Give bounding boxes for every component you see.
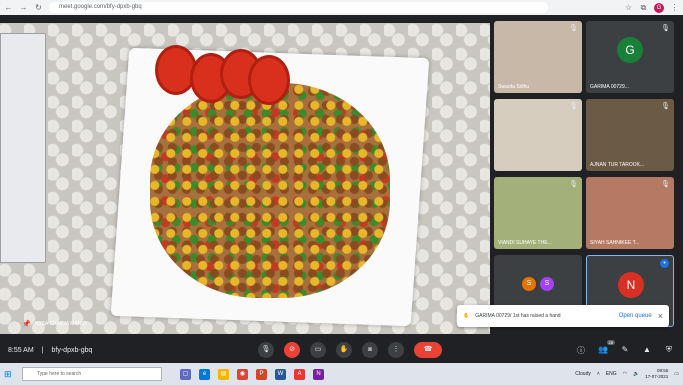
- participant-tile[interactable]: 🎙 SIYAH SAHNIKEE T...: [586, 177, 674, 249]
- mic-off-icon: 🎙: [661, 181, 670, 188]
- system-tray: Cloudy ˄ ENG ◠ 🔈 08:55 17-07-2021 ▭: [575, 368, 679, 380]
- language-indicator[interactable]: ENG: [606, 371, 617, 377]
- clock-date: 17-07-2021: [645, 374, 669, 379]
- activities-icon[interactable]: ▲: [641, 345, 653, 356]
- word-icon[interactable]: W: [275, 368, 286, 380]
- more-options-button[interactable]: ⋮: [388, 342, 404, 358]
- forward-icon[interactable]: →: [19, 3, 28, 12]
- address-bar[interactable]: meet.google.com/bfy-dpxb-gbq: [49, 2, 548, 13]
- participant-name: SIYAH SAHNIKEE T...: [590, 240, 640, 246]
- meeting-code[interactable]: bfy-dpxb-gbq: [52, 347, 93, 354]
- main-tile-name: 📌 NYSA CHAEJA MARIO: [22, 320, 87, 328]
- avatar: G: [617, 37, 643, 63]
- chat-icon[interactable]: ✎: [619, 345, 631, 356]
- onenote-icon[interactable]: N: [313, 368, 324, 380]
- mic-off-icon: 🎙: [569, 103, 578, 110]
- weather-widget[interactable]: Cloudy: [575, 371, 591, 377]
- raise-hand-button[interactable]: ✋: [336, 342, 352, 358]
- speaking-icon: •: [660, 259, 669, 268]
- meeting-info: 8:55 AM | bfy-dpxb-gbq: [8, 346, 93, 354]
- file-explorer-icon[interactable]: ▤: [218, 368, 229, 380]
- info-icon[interactable]: ⓘ: [575, 345, 587, 356]
- task-view-icon[interactable]: ▢: [180, 368, 191, 380]
- pdf-icon[interactable]: A: [294, 368, 305, 380]
- participant-name: VIANDI SUHAYE THE...: [498, 240, 552, 246]
- mic-off-icon: 🎙: [569, 181, 578, 188]
- windows-taskbar: ⊞ Type here to search ▢ e ▤ ◉ P W A N Cl…: [0, 363, 683, 385]
- meeting-controls: 8:55 AM | bfy-dpxb-gbq 🎙 ⊘ ▭ ✋ ⧈ ⋮ ☎ ⓘ 👥…: [0, 337, 683, 363]
- toast-message: GARIMA 00729/ 1st has raised a hand: [475, 313, 561, 319]
- end-call-button[interactable]: ☎: [414, 342, 442, 358]
- participant-name: NYSA CHAEJA MARIO: [34, 321, 87, 327]
- people-icon[interactable]: 👥 28: [597, 339, 615, 356]
- extensions-icon[interactable]: ⧉: [639, 3, 648, 12]
- camera-off-button[interactable]: ⊘: [284, 342, 300, 358]
- close-icon[interactable]: ×: [658, 311, 663, 321]
- browser-toolbar: ← → ↻ meet.google.com/bfy-dpxb-gbq ☆ ⧉ G…: [0, 0, 683, 15]
- participant-name: AJNAN TUR TAROOK...: [590, 162, 645, 168]
- back-icon[interactable]: ←: [4, 3, 13, 12]
- pin-icon[interactable]: 📌: [22, 320, 31, 328]
- avatar: S: [522, 277, 536, 291]
- participant-tile[interactable]: 🎙 VIANDI SUHAYE THE...: [494, 177, 582, 249]
- participant-grid: 🎙 Swarda Sidhu G 🎙 GARIMA 00729... 🎙 🎙 A…: [494, 21, 678, 331]
- participant-name: Swarda Sidhu: [498, 84, 530, 90]
- present-button[interactable]: ⧈: [362, 342, 378, 358]
- taskbar-search[interactable]: Type here to search: [22, 367, 162, 381]
- taskbar-clock[interactable]: 08:55 17-07-2021: [645, 368, 668, 380]
- open-queue-button[interactable]: Open queue: [619, 313, 652, 319]
- overlay-window: [0, 33, 46, 263]
- windows-start-icon[interactable]: ⊞: [4, 369, 16, 380]
- participant-tile[interactable]: 🎙 AJNAN TUR TAROOK...: [586, 99, 674, 171]
- participant-name: GARIMA 00729...: [590, 84, 629, 90]
- tomato-slice: [248, 55, 290, 105]
- avatar: S: [540, 277, 554, 291]
- mic-button[interactable]: 🎙: [258, 342, 274, 358]
- reload-icon[interactable]: ↻: [34, 3, 43, 12]
- notifications-icon[interactable]: ▭: [674, 371, 679, 377]
- chevron-up-icon[interactable]: ˄: [597, 371, 600, 377]
- participant-tile[interactable]: 🎙 Swarda Sidhu: [494, 21, 582, 93]
- mic-off-icon: 🎙: [569, 25, 578, 32]
- captions-button[interactable]: ▭: [310, 342, 326, 358]
- participant-tile[interactable]: G 🎙 GARIMA 00729...: [586, 21, 674, 93]
- mic-off-icon: 🎙: [661, 25, 670, 32]
- meeting-stage: 📌 NYSA CHAEJA MARIO 🎙 Swarda Sidhu G 🎙 G…: [0, 15, 683, 337]
- people-count-badge: 28: [606, 339, 615, 345]
- menu-icon[interactable]: ⋮: [670, 3, 679, 12]
- salad: [150, 83, 390, 298]
- main-video-tile[interactable]: 📌 NYSA CHAEJA MARIO: [0, 23, 490, 334]
- star-icon[interactable]: ☆: [624, 3, 633, 12]
- hand-icon: ✋: [463, 313, 470, 319]
- profile-avatar[interactable]: G: [654, 2, 664, 13]
- wifi-icon[interactable]: ◠: [623, 371, 627, 377]
- raised-hand-toast: ✋ GARIMA 00729/ 1st has raised a hand Op…: [457, 305, 669, 327]
- meeting-time: 8:55 AM: [8, 346, 34, 354]
- host-controls-icon[interactable]: ⛨: [663, 345, 675, 356]
- chrome-icon[interactable]: ◉: [237, 368, 248, 380]
- participant-tile[interactable]: 🎙: [494, 99, 582, 171]
- powerpoint-icon[interactable]: P: [256, 368, 267, 380]
- volume-icon[interactable]: 🔈: [633, 371, 639, 377]
- edge-icon[interactable]: e: [199, 368, 210, 380]
- avatar: N: [618, 272, 644, 298]
- mic-off-icon: 🎙: [661, 103, 670, 110]
